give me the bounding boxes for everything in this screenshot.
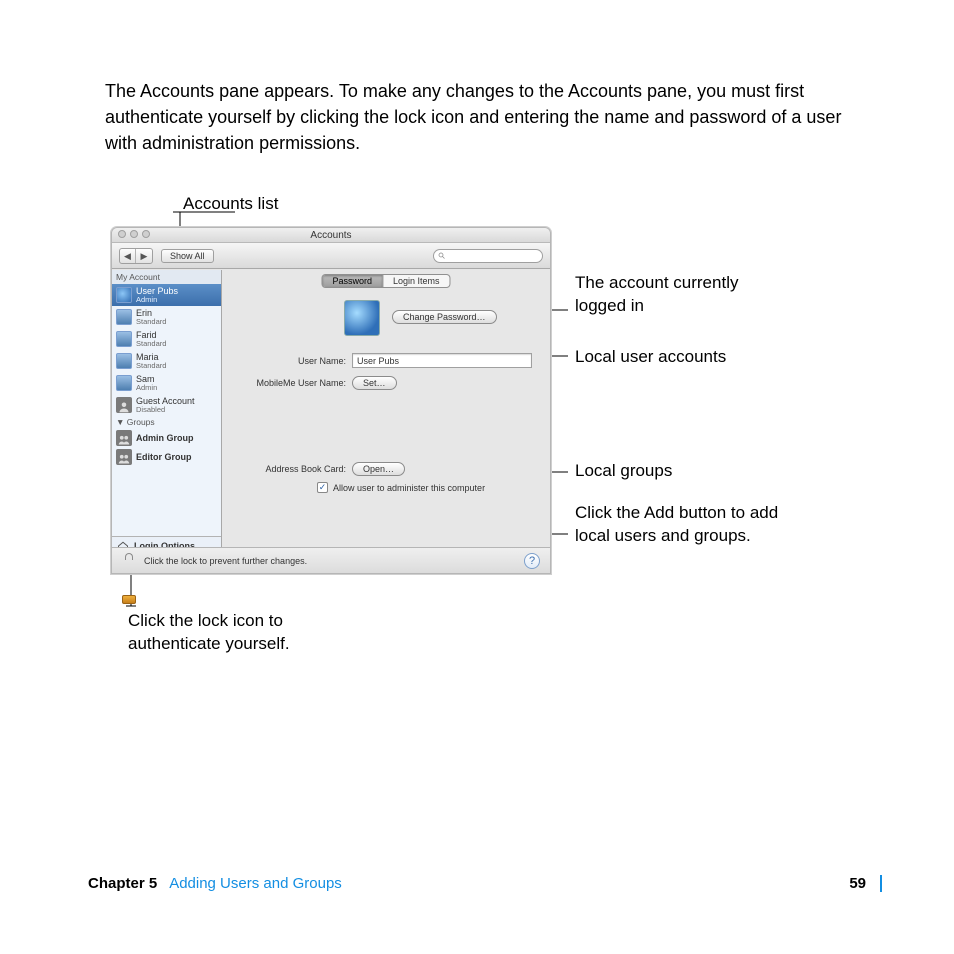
account-detail-panel: Password Login Items Change Password… Us… (222, 270, 550, 573)
avatar-icon (116, 309, 132, 325)
accounts-window: Accounts ◀ ▶ Show All My Account User Pu… (111, 227, 551, 574)
groups-disclosure[interactable]: ▼ Groups (112, 416, 221, 428)
callout-accounts-list: Accounts list (183, 193, 278, 216)
group-icon (116, 449, 132, 465)
sidebar-group[interactable]: Editor Group (112, 447, 221, 466)
user-role: Standard (136, 340, 166, 348)
current-user-role: Admin (136, 296, 178, 304)
lock-bar: Click the lock to prevent further change… (112, 547, 550, 573)
addressbook-open-button[interactable]: Open… (352, 462, 405, 476)
sidebar-user[interactable]: SamAdmin (112, 372, 221, 394)
callout-local-groups: Local groups (575, 460, 672, 483)
admin-checkbox-label: Allow user to administer this computer (333, 483, 485, 493)
chapter-label: Chapter 5 (88, 875, 157, 892)
mobileme-label: MobileMe User Name: (244, 378, 352, 388)
forward-icon[interactable]: ▶ (136, 249, 152, 263)
avatar-icon (116, 375, 132, 391)
username-field[interactable]: User Pubs (352, 353, 532, 368)
user-role: Standard (136, 362, 166, 370)
intro-paragraph: The Accounts pane appears. To make any c… (105, 78, 865, 156)
my-account-label: My Account (112, 270, 221, 284)
window-title: Accounts (112, 228, 550, 243)
page-footer: Chapter 5 Adding Users and Groups 59 (88, 875, 882, 892)
window-toolbar: ◀ ▶ Show All (112, 243, 550, 269)
callout-lock: Click the lock icon to authenticate your… (128, 610, 328, 656)
tab-login-items[interactable]: Login Items (383, 275, 450, 287)
lock-icon[interactable] (122, 553, 136, 568)
lock-text: Click the lock to prevent further change… (144, 556, 307, 566)
help-button[interactable]: ? (524, 553, 540, 569)
user-role: Admin (136, 384, 157, 392)
chapter-title: Adding Users and Groups (169, 875, 342, 892)
user-picture[interactable] (344, 300, 380, 336)
traffic-lights[interactable] (118, 230, 150, 238)
sidebar-guest[interactable]: Guest AccountDisabled (112, 394, 221, 416)
callout-logged-in: The account currently logged in (575, 272, 765, 318)
change-password-button[interactable]: Change Password… (392, 310, 497, 324)
user-role: Standard (136, 318, 166, 326)
avatar-icon (116, 331, 132, 347)
avatar-icon (116, 353, 132, 369)
back-icon[interactable]: ◀ (120, 249, 136, 263)
callout-local-users: Local user accounts (575, 346, 726, 369)
groups-label: Groups (127, 417, 155, 427)
sidebar-group[interactable]: Admin Group (112, 428, 221, 447)
tab-password[interactable]: Password (322, 275, 383, 287)
back-forward-buttons[interactable]: ◀ ▶ (119, 248, 153, 264)
sidebar-user[interactable]: ErinStandard (112, 306, 221, 328)
sidebar-current-user[interactable]: User Pubs Admin (112, 284, 221, 306)
avatar-icon (116, 287, 132, 303)
silhouette-icon (116, 397, 132, 413)
admin-checkbox[interactable] (317, 482, 328, 493)
accounts-sidebar: My Account User Pubs Admin ErinStandard … (112, 270, 222, 573)
mobileme-set-button[interactable]: Set… (352, 376, 397, 390)
tab-segment[interactable]: Password Login Items (321, 274, 450, 288)
search-icon (438, 252, 446, 260)
sidebar-user[interactable]: MariaStandard (112, 350, 221, 372)
username-label: User Name: (244, 356, 352, 366)
show-all-button[interactable]: Show All (161, 249, 214, 263)
group-icon (116, 430, 132, 446)
search-input[interactable] (433, 249, 543, 263)
sidebar-user[interactable]: FaridStandard (112, 328, 221, 350)
window-titlebar: Accounts (112, 228, 550, 243)
group-name: Admin Group (136, 433, 194, 443)
guest-role: Disabled (136, 406, 195, 414)
page-number: 59 (835, 875, 866, 892)
group-name: Editor Group (136, 452, 192, 462)
callout-add-button: Click the Add button to add local users … (575, 502, 805, 548)
addressbook-label: Address Book Card: (244, 464, 352, 474)
